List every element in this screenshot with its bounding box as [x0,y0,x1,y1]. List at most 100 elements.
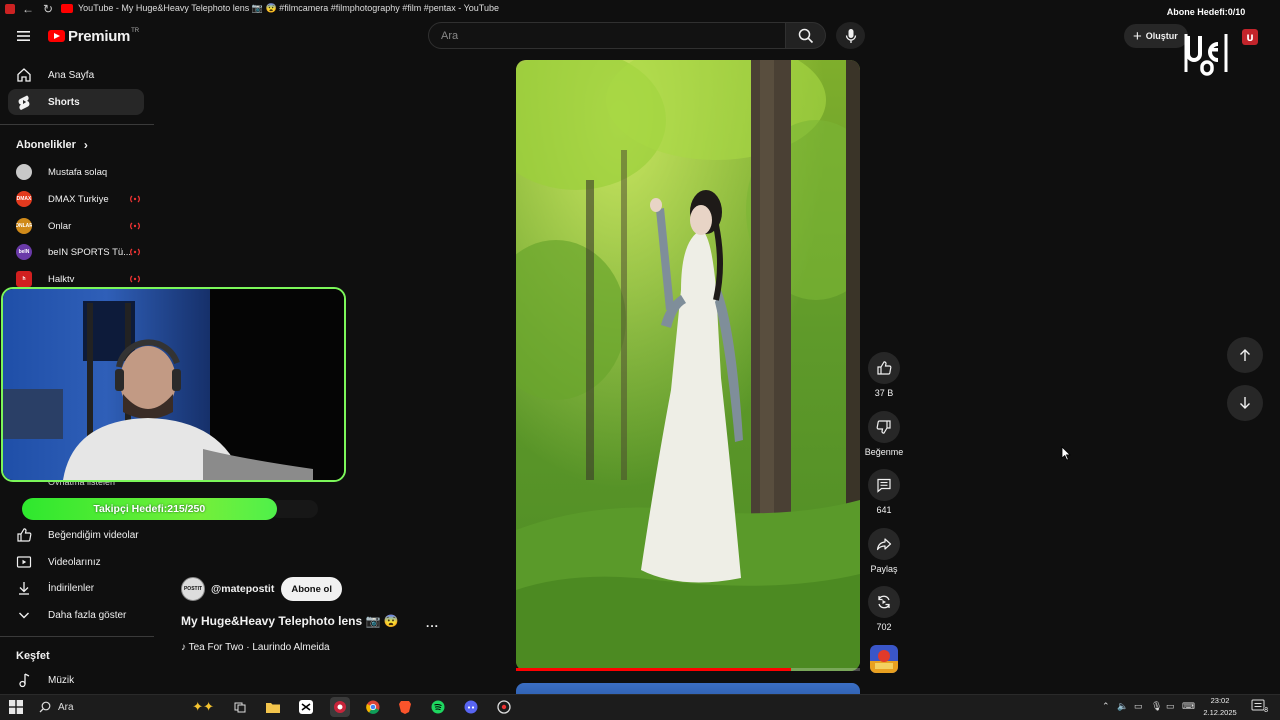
brave-icon[interactable] [395,697,415,717]
sidebar-show-more[interactable]: Daha fazla göster [8,602,144,628]
like-action[interactable]: 37 B [866,352,902,398]
notification-icon[interactable]: 8 [1251,699,1268,714]
subscription-label: beIN SPORTS Tü... [48,246,132,258]
live-icon [130,195,140,203]
subscription-label: Mustafa solaq [48,166,108,178]
dislike-button[interactable] [868,411,900,443]
subscription-label: Halktv [48,273,75,285]
subscription-label: DMAX Turkiye [48,193,109,205]
brand-region: TR [131,28,140,34]
subscription-item[interactable]: ONLAR Onlar [8,213,144,239]
sound-thumbnail[interactable] [870,645,898,673]
dislike-action[interactable]: Beğenme [864,411,904,457]
sidebar-item-label: Shorts [48,96,80,108]
window-title: YouTube - My Huge&Heavy Telephoto lens 📷… [78,3,499,13]
webcam-overlay [1,287,346,482]
download-icon [16,580,32,596]
remix-button[interactable] [868,586,900,618]
subscription-item[interactable]: beIN beIN SPORTS Tü... [8,239,144,265]
youtube-play-icon [48,30,65,42]
thumbs-down-icon [876,420,891,434]
sidebar-item-liked-videos[interactable]: Beğendiğim videolar [8,522,144,548]
subscription-item[interactable]: DMAX DMAX Turkiye [8,186,144,212]
sidebar-item-label: Beğendiğim videolar [48,529,139,541]
shorts-video-player[interactable] [516,60,860,671]
previous-short-button[interactable] [1227,337,1263,373]
follower-goal-bar: Takipçi Hedefi:215/250 [22,498,277,520]
comment-count: 641 [876,505,892,515]
search-button[interactable] [786,22,826,49]
sidebar-item-downloads[interactable]: İndirilenler [8,575,144,601]
sidebar-item-home[interactable]: Ana Sayfa [8,62,144,88]
sidebar-item-label: Videolarınız [48,556,101,568]
microphone-tray-icon[interactable]: 🎙 [1151,701,1162,712]
display-icon[interactable]: ▭ [1134,701,1143,712]
sidebar-item-your-videos[interactable]: Videolarınız [8,549,144,575]
search-input[interactable]: Ara [428,22,786,49]
chevron-down-icon [16,607,32,623]
mouse-cursor-icon [1061,446,1071,461]
create-label: Oluştur [1145,31,1178,41]
more-options-button[interactable]: ... [426,616,439,630]
share-action[interactable]: Paylaş [866,528,902,574]
svg-text:U: U [1246,34,1253,44]
chrome-alt-icon[interactable] [494,697,514,717]
sparkle-icon: ✦✦ [192,699,214,714]
channel-handle[interactable]: @matepostit [211,583,274,595]
subscriptions-heading[interactable]: Abonelikler › [16,138,88,152]
account-avatar[interactable]: U [1239,26,1261,48]
chrome-icon[interactable] [363,697,383,717]
file-explorer-icon[interactable] [263,697,283,717]
live-icon [130,275,140,283]
comments-action[interactable]: 641 [866,469,902,515]
plus-icon: + [1133,27,1142,45]
chevron-right-icon: › [83,138,88,152]
channel-avatar: ONLAR [16,218,32,234]
remix-action[interactable]: 702 [866,586,902,632]
subscription-label: Onlar [48,220,72,232]
spotify-icon[interactable] [428,697,448,717]
sidebar-divider [0,636,154,637]
clock-time: 23:02 [1210,696,1230,705]
network-icon[interactable]: ▭ [1166,701,1175,712]
share-label: Paylaş [870,564,898,574]
short-music[interactable]: ♪ Tea For Two · Laurindo Almeida [181,642,330,653]
sidebar-item-label: İndirilenler [48,582,95,594]
windows-start-icon[interactable] [9,700,23,714]
youtube-tab-icon [61,4,73,13]
next-short-button[interactable] [1227,385,1263,421]
dislike-label: Beğenme [864,447,904,457]
youtube-premium-logo[interactable]: Premium TR [48,27,139,45]
sidebar-item-music[interactable]: Müzik [8,667,144,693]
taskbar-search[interactable]: Ara ✦✦ [33,698,218,716]
short-title[interactable]: My Huge&Heavy Telephoto lens 📷 😨 [181,614,399,628]
channel-avatar[interactable]: POSTIT [181,577,205,601]
thumbs-up-icon [877,361,892,375]
live-icon [130,222,140,230]
obs-browser-icon[interactable] [330,697,350,717]
search-icon [39,701,51,713]
short-channel-row: POSTIT @matepostit Abone ol [181,577,342,601]
create-button[interactable]: + Oluştur [1124,24,1188,48]
discord-icon[interactable] [461,697,481,717]
subscribe-button[interactable]: Abone ol [281,577,342,601]
like-button[interactable] [868,352,900,384]
task-view-icon[interactable] [230,697,250,717]
share-button[interactable] [868,528,900,560]
capcut-icon[interactable] [296,697,316,717]
notification-count: 8 [1264,707,1268,714]
keyboard-icon[interactable]: ⌨ [1182,701,1195,712]
refresh-icon[interactable]: ↻ [41,3,55,15]
subscriptions-label: Abonelikler [16,139,76,151]
subscriber-goal-overlay: Abone Hedefi:0/10 [1166,7,1246,17]
taskbar-clock[interactable]: 23:02 2.12.2025 [1198,695,1242,719]
sidebar-divider [0,124,154,125]
back-arrow-icon[interactable]: ← [21,3,35,15]
comments-button[interactable] [868,469,900,501]
subscription-item[interactable]: Mustafa solaq [8,159,144,185]
tray-chevron-up-icon[interactable]: ⌃ [1102,701,1110,712]
voice-search-button[interactable] [836,22,865,49]
sidebar-item-shorts[interactable]: Shorts [8,89,144,115]
speaker-icon[interactable]: 🔈 [1117,701,1128,712]
menu-icon[interactable] [14,28,34,44]
